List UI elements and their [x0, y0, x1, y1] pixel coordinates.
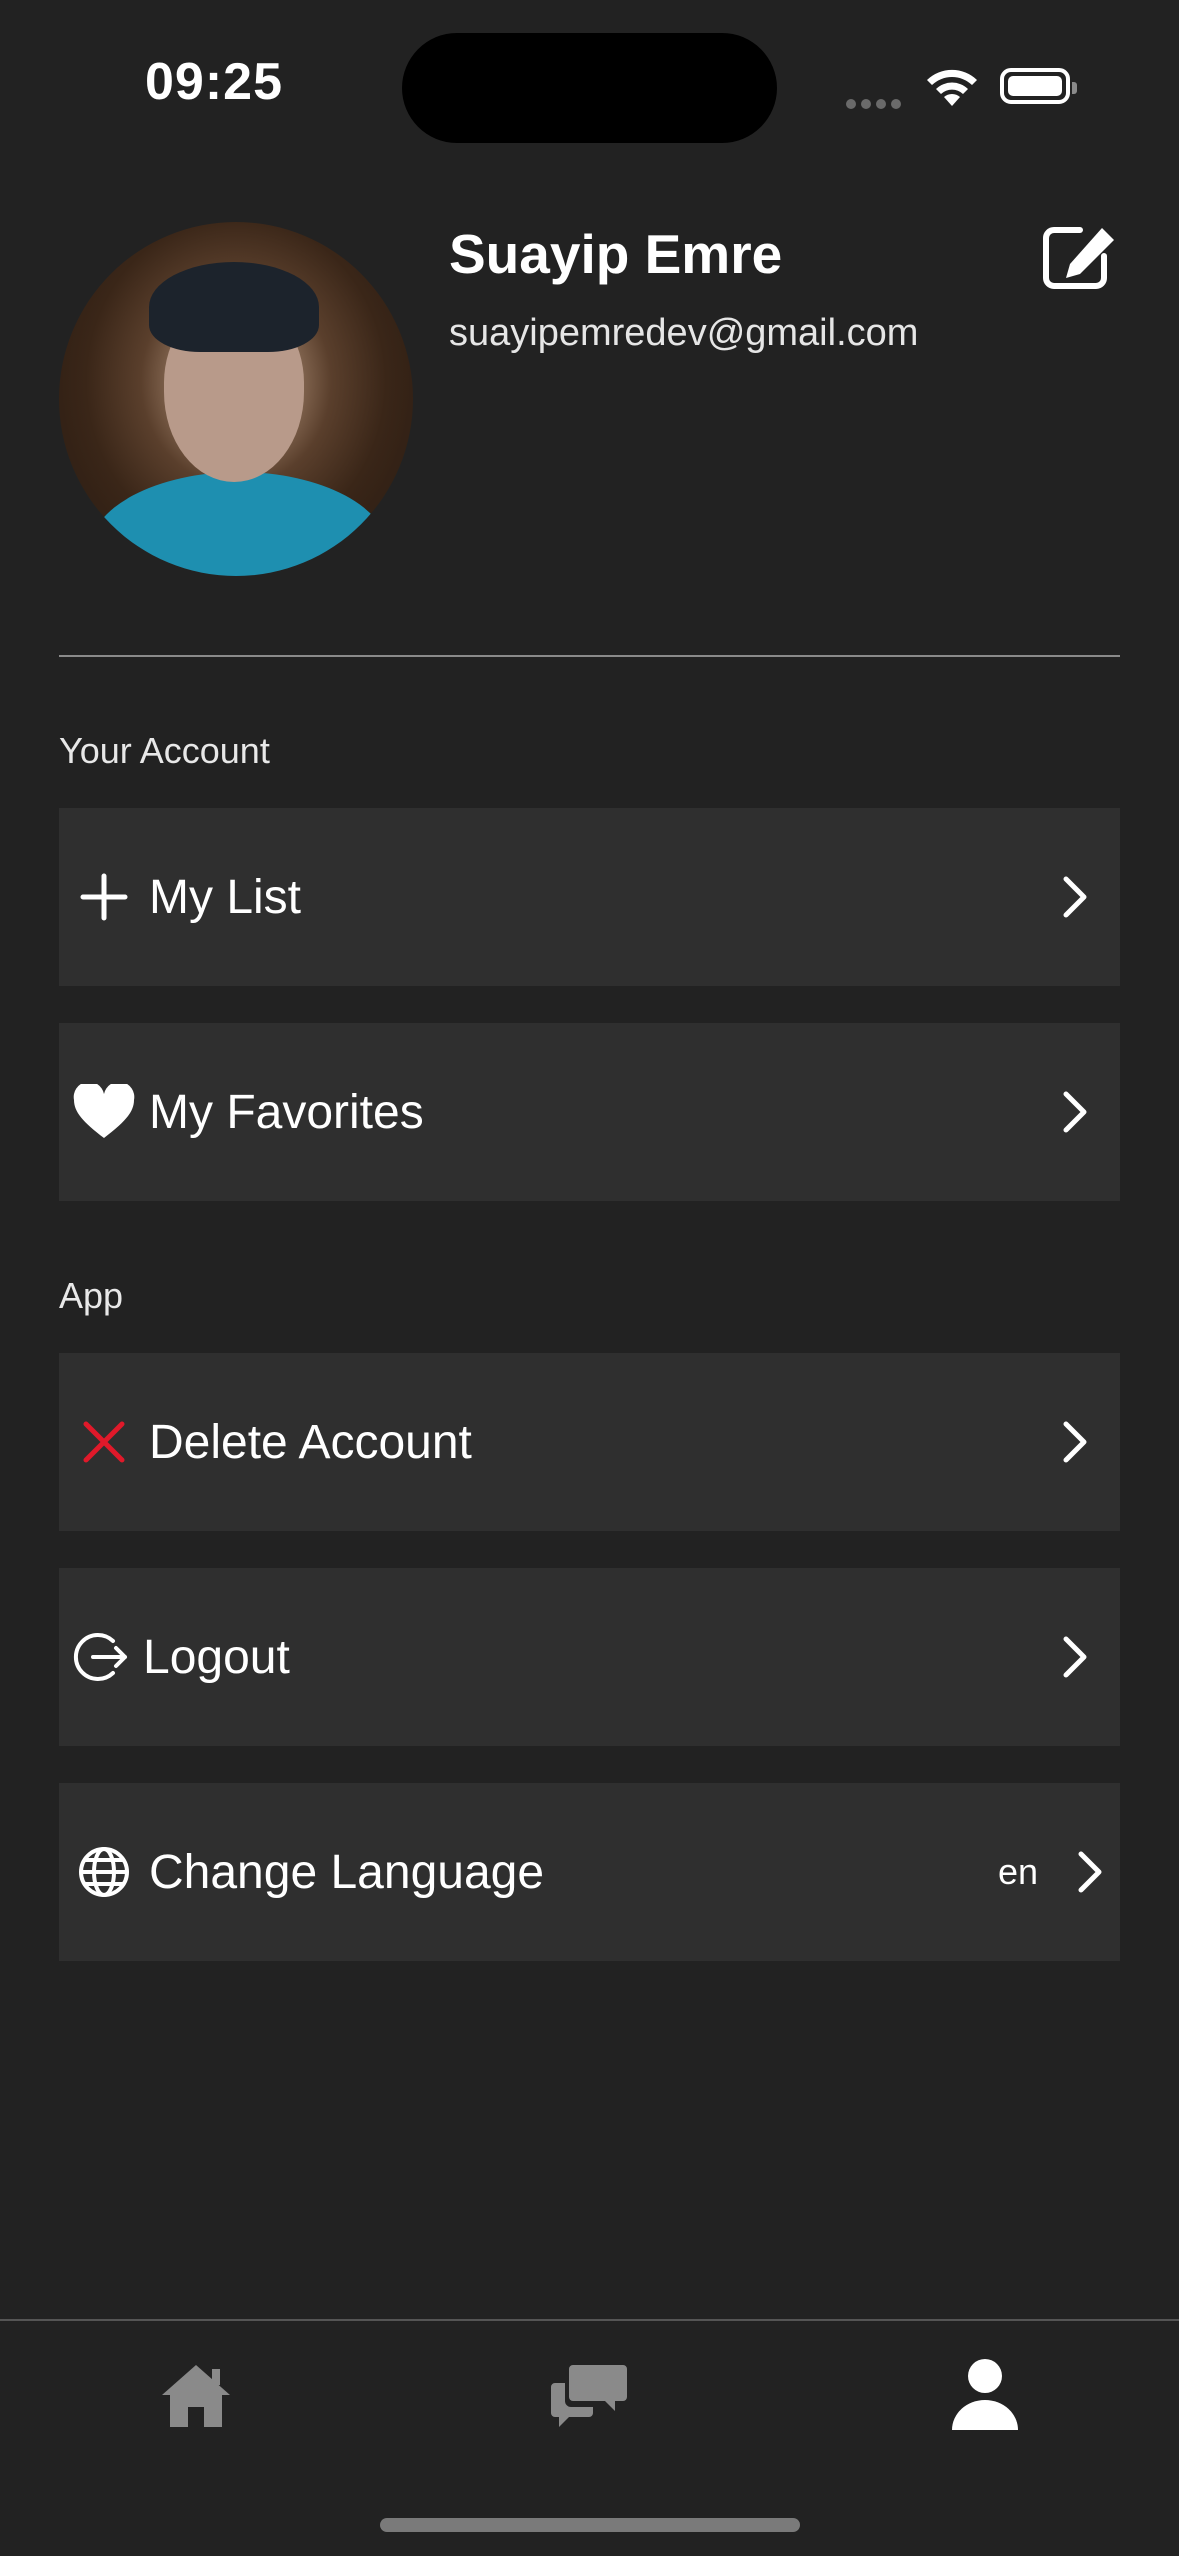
logout-icon: [59, 1568, 143, 1746]
wifi-icon: [924, 66, 980, 113]
tab-bar-divider: [0, 2319, 1179, 2321]
menu-item-label: Change Language: [149, 1845, 545, 1899]
user-icon: [952, 2359, 1018, 2430]
edit-icon: [1043, 227, 1114, 289]
signal-dots-icon: [846, 96, 906, 109]
chat-icon: [551, 2365, 627, 2427]
language-value: en: [997, 1851, 1038, 1892]
home-indicator: [380, 2518, 800, 2532]
chevron-right-icon: [1030, 808, 1120, 986]
chevron-right-icon: [1030, 1353, 1120, 1531]
home-icon: [162, 2365, 230, 2427]
menu-item-logout[interactable]: Logout: [59, 1568, 1120, 1746]
menu-item-change-language[interactable]: Change Language en: [59, 1783, 1120, 1961]
profile-name: Suayip Emre: [449, 223, 783, 285]
menu-item-label: My List: [149, 870, 302, 924]
plus-icon: [59, 808, 149, 986]
menu-item-label: My Favorites: [149, 1085, 424, 1139]
menu-item-label: Logout: [143, 1630, 290, 1684]
chevron-right-icon: [1030, 1568, 1120, 1746]
avatar: [59, 222, 413, 576]
menu-item-my-favorites[interactable]: My Favorites: [59, 1023, 1120, 1201]
battery-icon: [1000, 68, 1077, 104]
tab-chat[interactable]: [549, 2355, 629, 2435]
chevron-right-icon: [1030, 1023, 1120, 1201]
menu-item-my-list[interactable]: My List: [59, 808, 1120, 986]
close-icon: [59, 1353, 149, 1531]
edit-profile-button[interactable]: [1040, 222, 1124, 292]
tab-profile[interactable]: [945, 2355, 1025, 2435]
profile-email: suayipemredev@gmail.com: [449, 312, 919, 354]
menu-item-delete-account[interactable]: Delete Account: [59, 1353, 1120, 1531]
chevron-right-icon: [1060, 1783, 1120, 1961]
tab-home[interactable]: [156, 2355, 236, 2435]
heart-icon: [59, 1023, 149, 1201]
status-time: 09:25: [145, 53, 283, 111]
menu-item-label: Delete Account: [149, 1415, 472, 1469]
section-label-app: App: [59, 1275, 124, 1316]
section-label-account: Your Account: [59, 730, 270, 771]
dynamic-island: [402, 33, 777, 143]
globe-icon: [59, 1783, 149, 1961]
profile-divider: [59, 655, 1120, 657]
